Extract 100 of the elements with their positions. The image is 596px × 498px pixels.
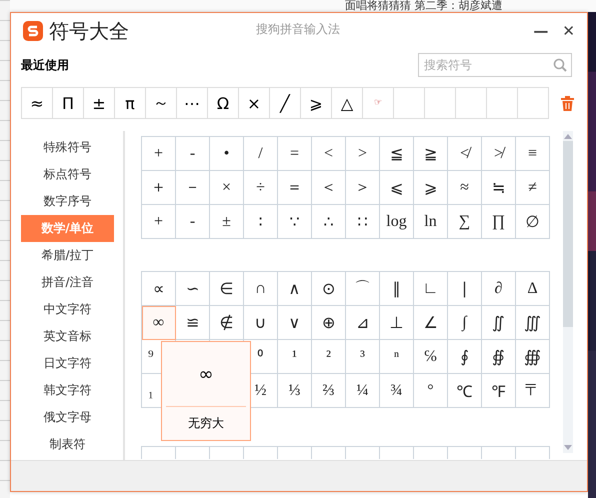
symbol-cell[interactable]: ≡ <box>516 137 550 171</box>
symbol-cell[interactable]: ∷ <box>346 205 380 239</box>
symbol-cell[interactable]: ⅓ <box>278 374 312 408</box>
symbol-cell[interactable]: ≮ <box>448 137 482 171</box>
symbol-cell[interactable]: ∅ <box>516 205 550 239</box>
scrollbar[interactable] <box>563 131 573 453</box>
symbol-cell[interactable]: ℅ <box>414 340 448 374</box>
category-tab[interactable]: 标点符号 <box>21 161 114 188</box>
tooltip-symbol: ∞ <box>198 362 214 386</box>
category-tab[interactable]: 制表符 <box>21 431 114 458</box>
search-icon <box>553 58 567 72</box>
symbol-cell[interactable]: - <box>176 137 210 171</box>
symbol-cell[interactable]: ∫ <box>448 306 482 340</box>
symbol-cell[interactable]: × <box>210 171 244 205</box>
symbol-cell[interactable]: ln <box>414 205 448 239</box>
symbol-cell[interactable]: ÷ <box>244 171 278 205</box>
symbol-cell[interactable]: ∬ <box>482 306 516 340</box>
symbol-cell[interactable]: > <box>346 137 380 171</box>
trash-icon[interactable] <box>561 96 574 110</box>
symbol-cell[interactable]: ∉ <box>210 306 244 340</box>
symbol-cell[interactable]: • <box>210 137 244 171</box>
symbol-cell[interactable]: ∶ <box>244 205 278 239</box>
category-tab[interactable]: 俄文字母 <box>21 404 114 431</box>
symbol-cell[interactable]: ＝ <box>278 171 312 205</box>
app-name: 搜狗拼音输入法 <box>256 21 340 38</box>
symbol-cell[interactable]: ∠ <box>414 306 448 340</box>
category-tab[interactable]: 希腊/拉丁 <box>21 242 114 269</box>
symbol-cell[interactable]: ≌ <box>176 306 210 340</box>
symbol-cell[interactable]: ∮ <box>448 340 482 374</box>
symbol-cell[interactable]: ∏ <box>482 205 516 239</box>
symbol-cell[interactable]: － <box>176 171 210 205</box>
symbol-cell[interactable]: ² <box>312 340 346 374</box>
up-arrow-icon[interactable] <box>564 133 572 139</box>
symbol-cell[interactable]: ∧ <box>278 272 312 306</box>
window-title: 符号大全 <box>49 18 129 44</box>
symbol-cell[interactable]: ∨ <box>278 306 312 340</box>
symbol-cell[interactable]: ∝ <box>142 272 176 306</box>
symbol-cell[interactable]: + <box>142 137 176 171</box>
symbol-cell[interactable]: ℉ <box>482 374 516 408</box>
symbol-cell[interactable]: ∈ <box>210 272 244 306</box>
category-tab[interactable]: 拼音/注音 <box>21 269 114 296</box>
symbol-cell[interactable]: / <box>244 137 278 171</box>
symbol-cell[interactable]: ∵ <box>278 205 312 239</box>
symbol-cell[interactable]: ⊕ <box>312 306 346 340</box>
close-button[interactable]: ✕ <box>558 22 579 40</box>
symbol-cell[interactable]: ＜ <box>312 171 346 205</box>
search-field[interactable]: 搜索符号 <box>418 53 572 77</box>
symbol-cell[interactable]: ± <box>210 205 244 239</box>
symbol-cell[interactable]: ≦ <box>380 137 414 171</box>
symbol-cell[interactable]: ≯ <box>482 137 516 171</box>
symbol-cell[interactable]: ∪ <box>244 306 278 340</box>
category-tab[interactable]: 英文音标 <box>21 323 114 350</box>
symbol-cell[interactable]: ⊿ <box>346 306 380 340</box>
symbol-cell[interactable]: ° <box>414 374 448 408</box>
symbol-cell[interactable]: ≒ <box>482 171 516 205</box>
symbol-cell[interactable]: - <box>176 205 210 239</box>
symbol-cell[interactable]: ∆ <box>516 272 550 306</box>
symbol-cell[interactable]: ⅔ <box>312 374 346 408</box>
symbol-cell[interactable]: ∂ <box>482 272 516 306</box>
category-tab[interactable]: 中文字符 <box>21 296 114 323</box>
symbol-cell[interactable]: ⩾ <box>414 171 448 205</box>
symbol-cell[interactable]: ＋ <box>142 171 176 205</box>
symbol-cell[interactable]: ℃ <box>448 374 482 408</box>
symbol-cell[interactable]: ⊥ <box>380 306 414 340</box>
symbol-cell[interactable]: ³ <box>346 340 380 374</box>
minimize-button[interactable]: — <box>529 22 552 40</box>
symbol-cell[interactable]: ¹ <box>278 340 312 374</box>
symbol-cell[interactable]: ＞ <box>346 171 380 205</box>
symbol-cell[interactable]: ¾ <box>380 374 414 408</box>
category-tab[interactable]: 日文字符 <box>21 350 114 377</box>
symbol-cell[interactable]: ∰ <box>516 340 550 374</box>
tooltip-label: 无穷大 <box>188 415 224 432</box>
symbol-cell[interactable]: ⩽ <box>380 171 414 205</box>
symbol-cell[interactable]: + <box>142 205 176 239</box>
symbol-cell[interactable]: ∥ <box>380 272 414 306</box>
symbol-cell[interactable]: ∩ <box>244 272 278 306</box>
symbol-cell[interactable]: ∴ <box>312 205 346 239</box>
symbol-cell[interactable]: ∑ <box>448 205 482 239</box>
symbol-cell[interactable]: ∽ <box>176 272 210 306</box>
category-tab[interactable]: 韩文字符 <box>21 377 114 404</box>
symbol-cell[interactable]: ≠ <box>516 171 550 205</box>
symbol-cell[interactable]: 〒 <box>516 374 550 408</box>
symbol-cell[interactable]: ⌒ <box>346 272 380 306</box>
symbol-cell[interactable]: ∞ <box>142 306 176 340</box>
symbol-cell[interactable]: ¼ <box>346 374 380 408</box>
symbol-cell[interactable]: = <box>278 137 312 171</box>
category-tab[interactable]: 特殊符号 <box>21 134 114 161</box>
symbol-cell[interactable]: ∯ <box>482 340 516 374</box>
video-title: 面唱将猜猜猜 第二季：胡彦斌遭 <box>345 0 502 12</box>
symbol-cell[interactable]: < <box>312 137 346 171</box>
symbol-cell[interactable]: ∭ <box>516 306 550 340</box>
symbol-cell[interactable]: ∟ <box>414 272 448 306</box>
category-tab[interactable]: 数字序号 <box>21 188 114 215</box>
symbol-cell[interactable]: ∣ <box>448 272 482 306</box>
symbol-cell[interactable]: ≧ <box>414 137 448 171</box>
symbol-cell[interactable]: ≈ <box>448 171 482 205</box>
symbol-cell[interactable]: ⁿ <box>380 340 414 374</box>
symbol-cell[interactable]: ⊙ <box>312 272 346 306</box>
symbol-cell[interactable]: log <box>380 205 414 239</box>
down-arrow-icon[interactable] <box>564 445 572 451</box>
